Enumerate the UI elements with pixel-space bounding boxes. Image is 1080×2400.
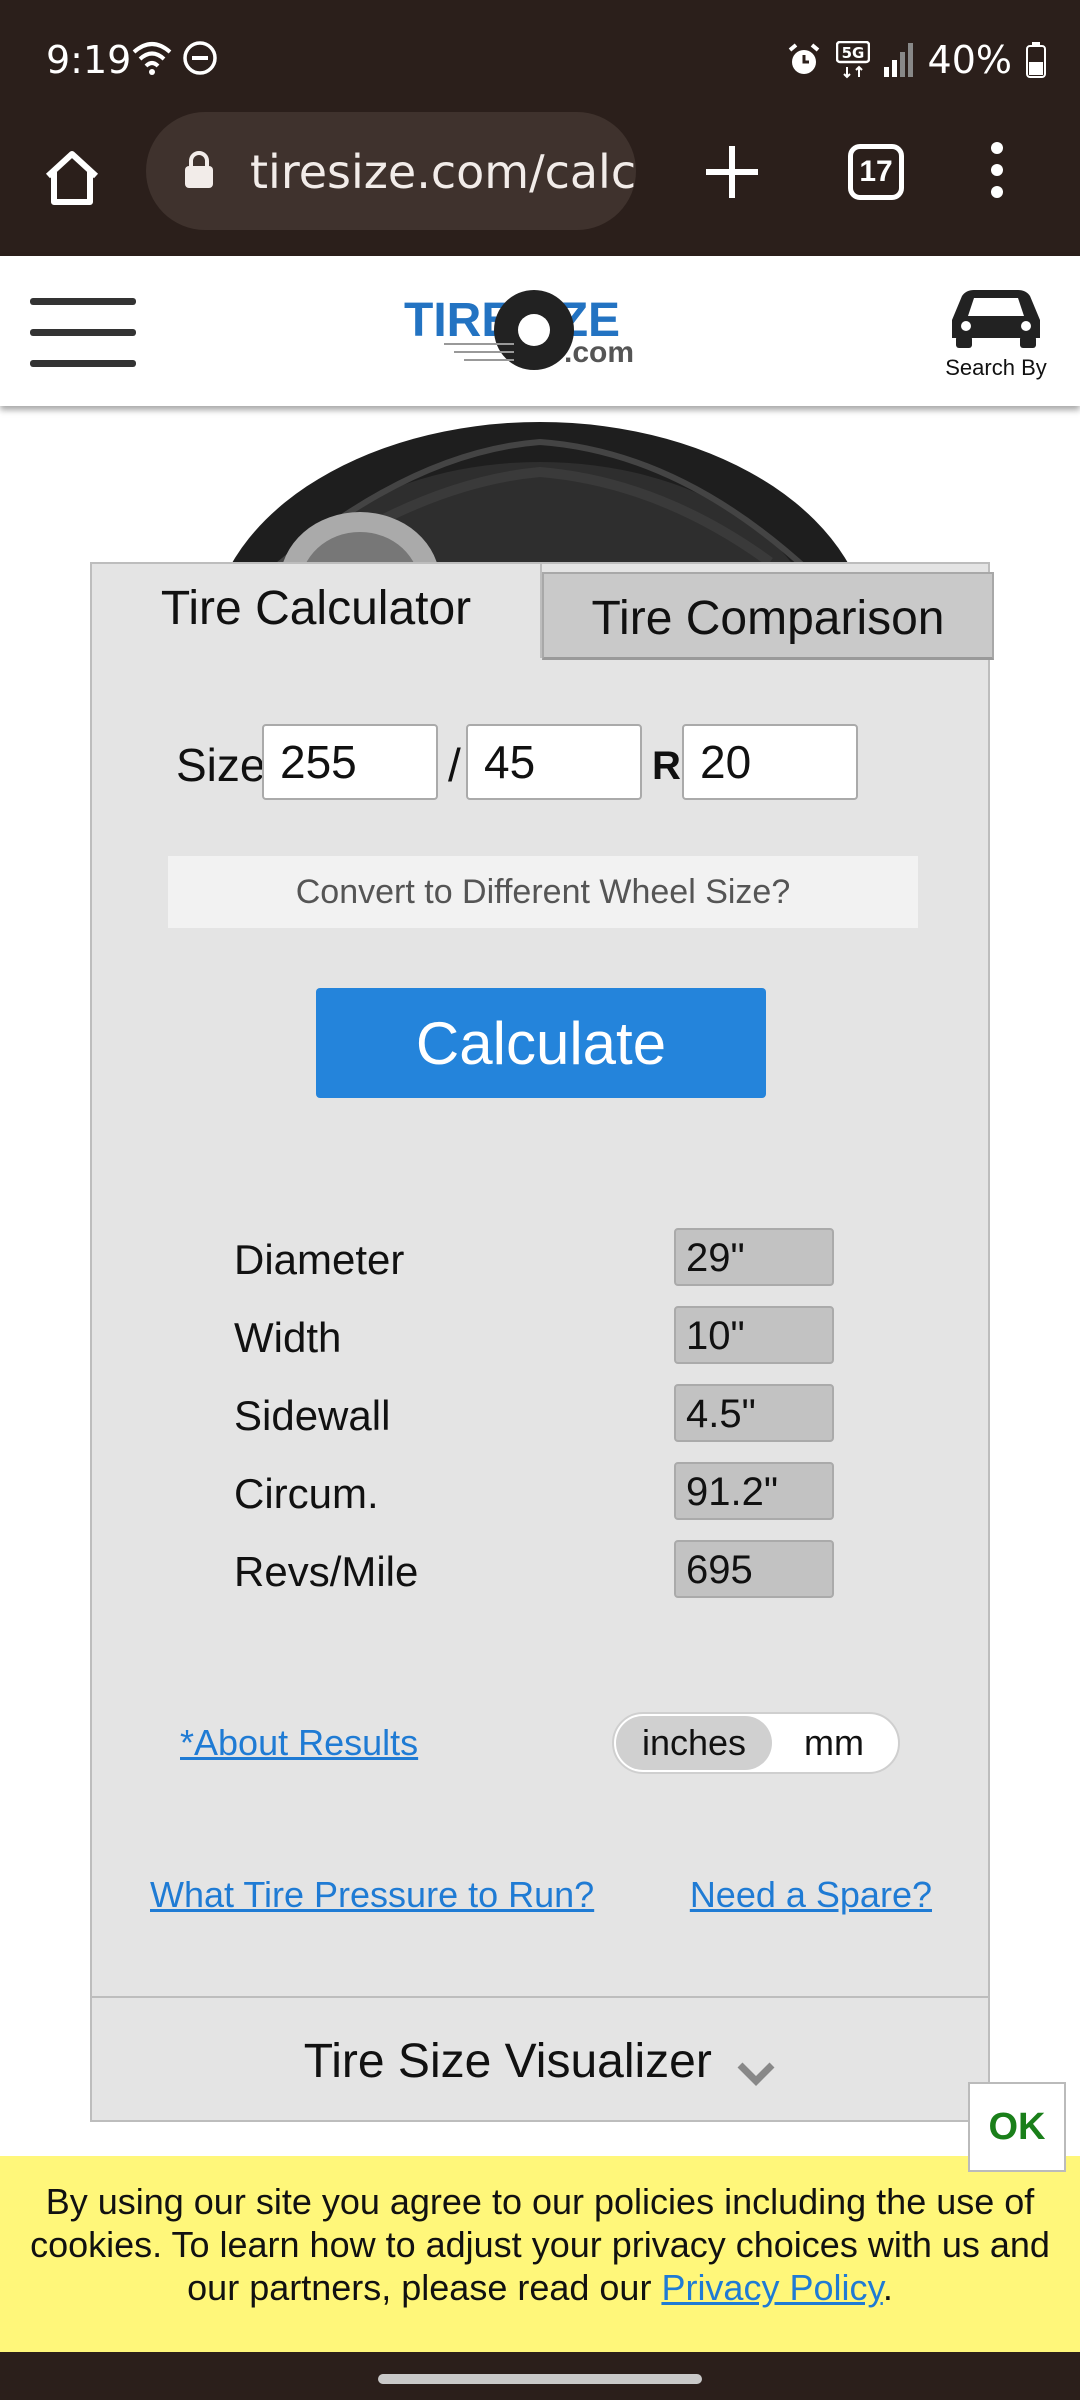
result-label: Revs/Mile xyxy=(234,1548,419,1595)
tire-image xyxy=(227,422,853,572)
unit-toggle[interactable]: inches mm xyxy=(612,1712,900,1774)
browser-toolbar: tiresize.com/calc 17 xyxy=(0,112,1080,256)
tab-tire-comparison[interactable]: Tire Comparison xyxy=(542,572,994,660)
status-time: 9:19 xyxy=(46,38,132,82)
tab-switcher-button[interactable]: 17 xyxy=(848,144,904,200)
cookie-text: By using our site you agree to our polic… xyxy=(30,2181,1050,2308)
visualizer-label: Tire Size Visualizer xyxy=(303,2035,712,2088)
size-separator: / xyxy=(448,739,461,791)
result-row-diameter: Diameter 29" xyxy=(234,1228,854,1306)
wifi-icon xyxy=(132,42,172,75)
cookie-end: . xyxy=(882,2267,893,2308)
alarm-icon xyxy=(788,43,819,74)
status-bar: 9:19 5G 40% xyxy=(0,0,1080,120)
results-list: Diameter 29" Width 10" Sidewall 4.5" Cir… xyxy=(234,1228,854,1618)
lock-icon xyxy=(185,151,213,188)
network-5g-icon: 5G xyxy=(835,41,870,79)
tab-tire-calculator[interactable]: Tire Calculator xyxy=(90,562,542,658)
result-row-circumference: Circum. 91.2" xyxy=(234,1462,854,1540)
gesture-handle[interactable] xyxy=(378,2374,702,2384)
radial-label: R xyxy=(652,744,681,788)
result-row-sidewall: Sidewall 4.5" xyxy=(234,1384,854,1462)
result-value: 91.2" xyxy=(674,1462,834,1520)
chevron-down-icon xyxy=(737,2062,775,2086)
search-by-label: Search By xyxy=(945,355,1047,380)
signal-icon xyxy=(883,43,913,77)
result-value: 29" xyxy=(674,1228,834,1286)
tire-calculator-panel: Tire Calculator Tire Comparison Size / R… xyxy=(90,562,994,2124)
search-by-vehicle[interactable]: Search By xyxy=(936,286,1056,381)
cookie-banner: By using our site you agree to our polic… xyxy=(0,2156,1080,2352)
cookie-ok-button[interactable]: OK xyxy=(968,2082,1066,2172)
calculate-button[interactable]: Calculate xyxy=(316,988,766,1098)
result-row-width: Width 10" xyxy=(234,1306,854,1384)
result-value: 695 xyxy=(674,1540,834,1598)
unit-inches-option[interactable]: inches xyxy=(616,1716,772,1770)
aspect-ratio-input[interactable] xyxy=(466,724,642,800)
privacy-policy-link[interactable]: Privacy Policy xyxy=(661,2267,882,2308)
svg-text:5G: 5G xyxy=(841,44,864,62)
result-row-revs-per-mile: Revs/Mile 695 xyxy=(234,1540,854,1618)
site-header: TIRESIZE .com Search By xyxy=(0,256,1080,406)
need-spare-link[interactable]: Need a Spare? xyxy=(690,1874,932,1916)
result-label: Width xyxy=(234,1314,342,1361)
url-bar[interactable]: tiresize.com/calc xyxy=(146,112,636,230)
plus-icon[interactable] xyxy=(702,142,762,202)
tiresize-logo[interactable]: TIRESIZE .com xyxy=(404,284,674,380)
more-vert-icon[interactable] xyxy=(982,140,1012,200)
result-value: 10" xyxy=(674,1306,834,1364)
svg-text:.com: .com xyxy=(564,336,634,369)
result-label: Sidewall xyxy=(234,1392,391,1439)
result-label: Circum. xyxy=(234,1470,379,1517)
battery-icon xyxy=(1026,42,1046,78)
result-value: 4.5" xyxy=(674,1384,834,1442)
car-icon xyxy=(952,290,1040,348)
system-nav-bar xyxy=(0,2352,1080,2400)
size-label: Size xyxy=(176,739,266,791)
result-label: Diameter xyxy=(234,1236,405,1283)
unit-mm-option[interactable]: mm xyxy=(774,1716,894,1770)
do-not-disturb-icon xyxy=(183,41,217,75)
tire-size-visualizer-toggle[interactable]: Tire Size Visualizer xyxy=(90,1996,990,2124)
size-row: Size / R xyxy=(176,724,936,802)
tire-width-input[interactable] xyxy=(262,724,438,800)
about-results-link[interactable]: *About Results xyxy=(180,1722,418,1764)
convert-wheel-size-button[interactable]: Convert to Different Wheel Size? xyxy=(168,856,918,928)
tire-pressure-link[interactable]: What Tire Pressure to Run? xyxy=(150,1874,594,1916)
home-icon[interactable] xyxy=(40,146,104,210)
hamburger-menu-icon[interactable] xyxy=(30,298,136,368)
url-text: tiresize.com/calc xyxy=(250,145,636,199)
battery-percent: 40% xyxy=(927,38,1012,82)
rim-diameter-input[interactable] xyxy=(682,724,858,800)
